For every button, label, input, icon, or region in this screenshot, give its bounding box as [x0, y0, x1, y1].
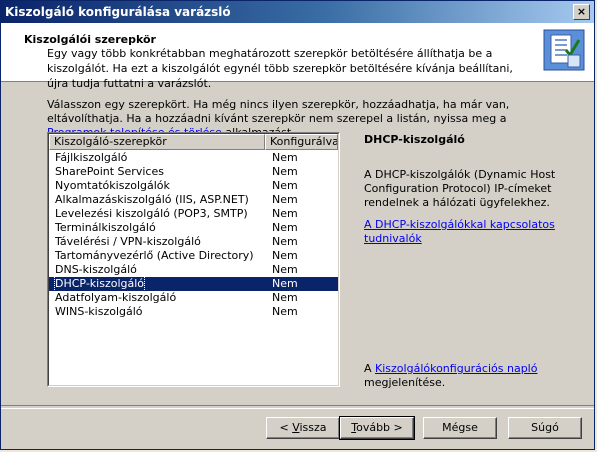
role-list-frame: Kiszolgáló-szerepkör Konfigurálva Fájlki… [48, 133, 339, 386]
title-bar[interactable]: Kiszolgáló konfigurálása varázsló × [1, 1, 594, 23]
log-prefix: A [364, 362, 376, 375]
role-name: SharePoint Services [55, 165, 164, 178]
close-icon: × [576, 5, 587, 18]
log-text: A Kiszolgálókonfigurációs napló megjelen… [364, 362, 574, 390]
column-header-configured[interactable]: Konfigurálva [265, 134, 338, 150]
bottom-separator [1, 405, 594, 409]
column-header-role[interactable]: Kiszolgáló-szerepkör [49, 134, 265, 150]
role-name: Fájlkiszolgáló [55, 151, 128, 164]
back-button-pre: < [279, 421, 293, 434]
table-row[interactable]: Alkalmazáskiszolgáló (IIS, ASP.NET) Nem [49, 193, 338, 207]
role-name: Terminálkiszolgáló [55, 221, 156, 234]
role-configured: Nem [272, 305, 298, 318]
table-row[interactable]: Levelezési kiszolgáló (POP3, SMTP) Nem [49, 207, 338, 221]
back-button-post: issza [299, 421, 327, 434]
window-title: Kiszolgáló konfigurálása varázsló [5, 5, 231, 19]
close-button[interactable]: × [573, 4, 590, 20]
role-rows: Fájlkiszolgáló Nem SharePoint Services Nem N… [49, 151, 338, 319]
role-configured: Nem [272, 235, 298, 248]
wizard-checklist-icon [543, 29, 585, 71]
role-configured: Nem [272, 151, 298, 164]
page-description: Egy vagy több konkrétabban meghatározott… [47, 47, 513, 90]
table-row[interactable]: Terminálkiszolgáló Nem [49, 221, 338, 235]
role-name: DNS-kiszolgáló [55, 263, 137, 276]
intro-text-before: Válasszon egy szerepkört. Ha még nincs i… [47, 98, 510, 125]
log-suffix: megjelenítése. [364, 376, 446, 389]
table-row[interactable]: Adatfolyam-kiszolgáló Nem [49, 291, 338, 305]
role-configured: Nem [272, 221, 298, 234]
role-name: Adatfolyam-kiszolgáló [55, 291, 177, 304]
role-name: WINS-kiszolgáló [55, 305, 143, 318]
role-name: Alkalmazáskiszolgáló (IIS, ASP.NET) [55, 193, 249, 206]
table-row[interactable]: Távelérési / VPN-kiszolgáló Nem [49, 235, 338, 249]
role-configured: Nem [272, 291, 298, 304]
role-configured: Nem [272, 165, 298, 178]
table-row[interactable]: Fájlkiszolgáló Nem [49, 151, 338, 165]
wizard-header: Kiszolgálói szerepkör Egy vagy több konk… [1, 23, 594, 90]
wizard-window: Kiszolgáló konfigurálása varázsló × Kisz… [0, 0, 595, 450]
role-name: Nyomtatókiszolgálók [55, 179, 170, 192]
next-button[interactable]: Tovább > [339, 416, 415, 440]
role-name: Távelérési / VPN-kiszolgáló [55, 235, 201, 248]
page-title: Kiszolgálói szerepkör [24, 33, 156, 46]
role-detail-title: DHCP-kiszolgáló [364, 133, 465, 146]
role-name: Tartományvezérlő (Active Directory) [55, 249, 254, 262]
role-configured: Nem [272, 207, 298, 220]
table-row[interactable]: DHCP-kiszolgáló Nem [49, 276, 338, 292]
role-name: DHCP-kiszolgáló [53, 276, 146, 292]
table-row[interactable]: DNS-kiszolgáló Nem [49, 263, 338, 277]
help-button[interactable]: Súgó [508, 417, 582, 439]
role-configured: Nem [272, 179, 298, 192]
role-list[interactable]: Kiszolgáló-szerepkör Konfigurálva Fájlki… [47, 132, 340, 387]
role-configured: Nem [272, 249, 298, 262]
server-config-log-link[interactable]: Kiszolgálókonfigurációs napló [375, 362, 537, 375]
role-configured: Nem [272, 193, 298, 206]
cancel-button[interactable]: Mégse [423, 417, 497, 439]
role-configured: Nem [272, 263, 298, 276]
next-button-post: ovább > [356, 421, 403, 434]
back-button[interactable]: < Vissza [266, 417, 340, 439]
table-row[interactable]: SharePoint Services Nem [49, 165, 338, 179]
role-configured: Nem [272, 277, 298, 290]
role-name: Levelezési kiszolgáló (POP3, SMTP) [55, 207, 248, 220]
role-detail-description: A DHCP-kiszolgálók (Dynamic Host Configu… [364, 168, 556, 209]
table-row[interactable]: Tartományvezérlő (Active Directory) Nem [49, 249, 338, 263]
table-row[interactable]: Nyomtatókiszolgálók Nem [49, 179, 338, 193]
role-info-link[interactable]: A DHCP-kiszolgálókkal kapcsolatos tudniv… [364, 218, 569, 246]
table-row[interactable]: WINS-kiszolgáló Nem [49, 305, 338, 319]
